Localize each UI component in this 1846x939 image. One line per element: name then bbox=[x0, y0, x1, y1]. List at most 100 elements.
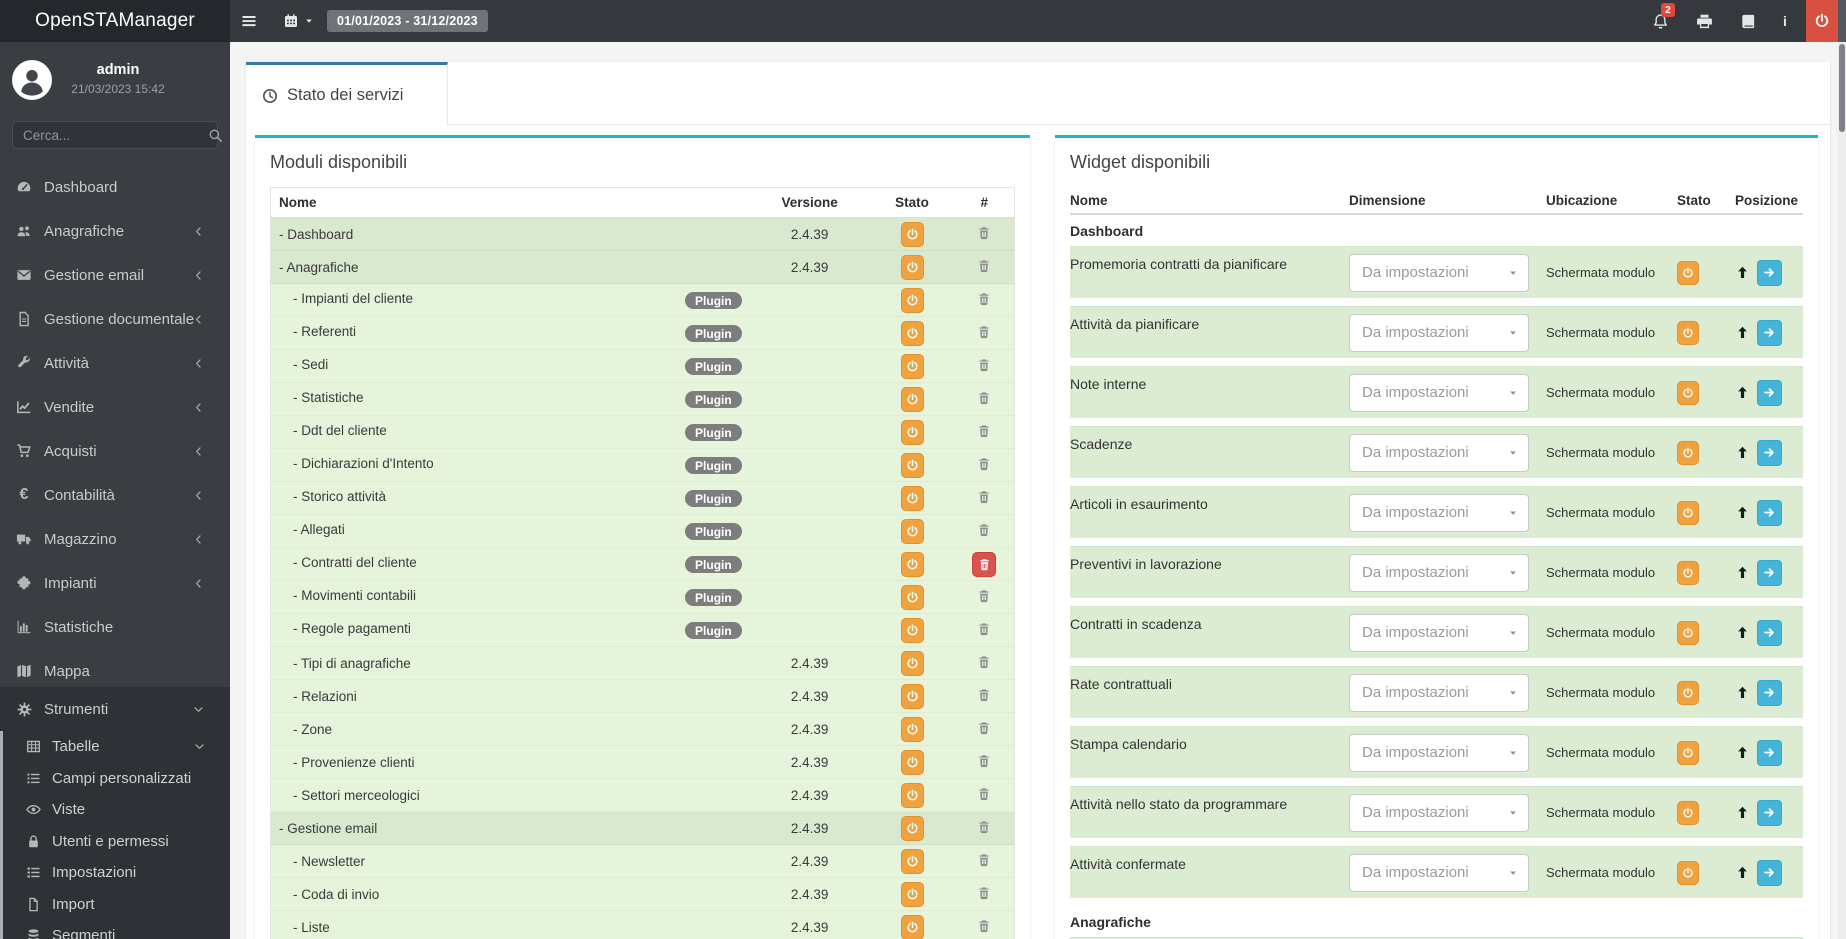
module-toggle-button[interactable] bbox=[900, 386, 924, 412]
widget-toggle-button[interactable] bbox=[1677, 380, 1699, 405]
sidebar-item-vendite[interactable]: Vendite bbox=[0, 385, 230, 429]
widget-toggle-button[interactable] bbox=[1677, 440, 1699, 465]
sidebar-item-viste[interactable]: Viste bbox=[0, 794, 230, 826]
sidebar-item-impostazioni[interactable]: Impostazioni bbox=[0, 857, 230, 889]
widget-move-right-button[interactable] bbox=[1757, 259, 1782, 286]
widget-toggle-button[interactable] bbox=[1677, 500, 1699, 525]
sidebar-item-acquisti[interactable]: Acquisti bbox=[0, 429, 230, 473]
sidebar-item-campi-personalizzati[interactable]: Campi personalizzati bbox=[0, 763, 230, 795]
tab-stato-dei-servizi[interactable]: Stato dei servizi bbox=[246, 62, 448, 126]
widget-dimension-select[interactable]: Da impostazioni bbox=[1349, 553, 1529, 592]
widget-toggle-button[interactable] bbox=[1677, 620, 1699, 645]
widget-move-right-button[interactable] bbox=[1757, 499, 1782, 526]
date-range-badge[interactable]: 01/01/2023 - 31/12/2023 bbox=[327, 10, 488, 32]
sidebar-item-gestione-email[interactable]: Gestione email bbox=[0, 253, 230, 297]
widget-move-up-button[interactable] bbox=[1735, 445, 1750, 460]
module-toggle-button[interactable] bbox=[900, 815, 924, 841]
widget-toggle-button[interactable] bbox=[1677, 740, 1699, 765]
widget-toggle-button[interactable] bbox=[1677, 260, 1699, 285]
widget-toggle-button[interactable] bbox=[1677, 800, 1699, 825]
widget-move-up-button[interactable] bbox=[1735, 625, 1750, 640]
module-toggle-button[interactable] bbox=[900, 683, 924, 709]
module-delete-button[interactable] bbox=[977, 457, 991, 471]
module-delete-button[interactable] bbox=[977, 754, 991, 768]
module-delete-button[interactable] bbox=[977, 853, 991, 867]
module-toggle-button[interactable] bbox=[900, 353, 924, 379]
module-toggle-button[interactable] bbox=[900, 584, 924, 610]
module-delete-button[interactable] bbox=[977, 655, 991, 669]
sidebar-item-impianti[interactable]: Impianti bbox=[0, 561, 230, 605]
widget-move-up-button[interactable] bbox=[1735, 265, 1750, 280]
module-delete-button[interactable] bbox=[977, 226, 991, 240]
module-toggle-button[interactable] bbox=[900, 452, 924, 478]
module-delete-button[interactable] bbox=[977, 721, 991, 735]
module-delete-button[interactable] bbox=[977, 688, 991, 702]
app-logo[interactable]: OpenSTAManager bbox=[0, 0, 230, 42]
module-toggle-button[interactable] bbox=[900, 650, 924, 676]
module-delete-button[interactable] bbox=[977, 325, 991, 339]
widget-move-right-button[interactable] bbox=[1757, 559, 1782, 586]
widget-dimension-select[interactable]: Da impostazioni bbox=[1349, 313, 1529, 352]
module-delete-button[interactable] bbox=[977, 820, 991, 834]
widget-dimension-select[interactable]: Da impostazioni bbox=[1349, 433, 1529, 472]
module-toggle-button[interactable] bbox=[900, 221, 924, 247]
widget-move-right-button[interactable] bbox=[1757, 799, 1782, 826]
module-toggle-button[interactable] bbox=[900, 848, 924, 874]
page-scrollbar[interactable] bbox=[1838, 0, 1846, 939]
module-toggle-button[interactable] bbox=[900, 518, 924, 544]
module-toggle-button[interactable] bbox=[900, 617, 924, 643]
sidebar-item-tabelle[interactable]: Tabelle bbox=[0, 731, 230, 763]
widget-move-right-button[interactable] bbox=[1757, 619, 1782, 646]
module-toggle-button[interactable] bbox=[900, 716, 924, 742]
widget-dimension-select[interactable]: Da impostazioni bbox=[1349, 493, 1529, 532]
widget-move-up-button[interactable] bbox=[1735, 385, 1750, 400]
module-toggle-button[interactable] bbox=[900, 419, 924, 445]
widget-move-right-button[interactable] bbox=[1757, 679, 1782, 706]
widget-dimension-select[interactable]: Da impostazioni bbox=[1349, 373, 1529, 412]
widget-move-up-button[interactable] bbox=[1735, 805, 1750, 820]
sidebar-item-statistiche[interactable]: Statistiche bbox=[0, 605, 230, 649]
widget-toggle-button[interactable] bbox=[1677, 860, 1699, 885]
print-button[interactable] bbox=[1696, 0, 1713, 42]
module-delete-button[interactable] bbox=[977, 589, 991, 603]
module-delete-button[interactable] bbox=[977, 259, 991, 273]
widget-dimension-select[interactable]: Da impostazioni bbox=[1349, 793, 1529, 832]
module-delete-button[interactable] bbox=[977, 787, 991, 801]
module-toggle-button[interactable] bbox=[900, 551, 924, 577]
widget-move-right-button[interactable] bbox=[1757, 739, 1782, 766]
module-toggle-button[interactable] bbox=[900, 254, 924, 280]
sidebar-scrollbar-thumb[interactable] bbox=[0, 731, 3, 939]
module-toggle-button[interactable] bbox=[900, 749, 924, 775]
sidebar-item-segmenti[interactable]: Segmenti bbox=[0, 920, 230, 939]
widget-move-up-button[interactable] bbox=[1735, 505, 1750, 520]
widget-move-right-button[interactable] bbox=[1757, 319, 1782, 346]
sidebar-item-anagrafiche[interactable]: Anagrafiche bbox=[0, 209, 230, 253]
sidebar-item-magazzino[interactable]: Magazzino bbox=[0, 517, 230, 561]
sidebar-item-utenti-e-permessi[interactable]: Utenti e permessi bbox=[0, 826, 230, 858]
module-delete-button[interactable] bbox=[977, 424, 991, 438]
module-delete-button[interactable] bbox=[977, 919, 991, 933]
docs-button[interactable] bbox=[1740, 0, 1757, 42]
module-toggle-button[interactable] bbox=[900, 287, 924, 313]
period-picker-button[interactable] bbox=[283, 0, 314, 42]
module-toggle-button[interactable] bbox=[900, 782, 924, 808]
widget-move-up-button[interactable] bbox=[1735, 325, 1750, 340]
sidebar-toggle-button[interactable] bbox=[240, 0, 258, 42]
widget-move-up-button[interactable] bbox=[1735, 565, 1750, 580]
module-delete-button[interactable] bbox=[977, 622, 991, 636]
widget-toggle-button[interactable] bbox=[1677, 680, 1699, 705]
widget-move-up-button[interactable] bbox=[1735, 745, 1750, 760]
widget-dimension-select[interactable]: Da impostazioni bbox=[1349, 733, 1529, 772]
logout-button[interactable] bbox=[1806, 0, 1838, 42]
search-icon[interactable] bbox=[208, 128, 223, 143]
sidebar-item-import[interactable]: Import bbox=[0, 889, 230, 921]
widget-move-right-button[interactable] bbox=[1757, 439, 1782, 466]
widget-toggle-button[interactable] bbox=[1677, 560, 1699, 585]
module-delete-button[interactable] bbox=[977, 358, 991, 372]
widget-move-right-button[interactable] bbox=[1757, 859, 1782, 886]
module-toggle-button[interactable] bbox=[900, 485, 924, 511]
module-delete-button[interactable] bbox=[977, 523, 991, 537]
info-button[interactable]: i bbox=[1783, 0, 1787, 42]
sidebar-item-strumenti[interactable]: Strumenti bbox=[0, 687, 230, 731]
widget-move-right-button[interactable] bbox=[1757, 379, 1782, 406]
